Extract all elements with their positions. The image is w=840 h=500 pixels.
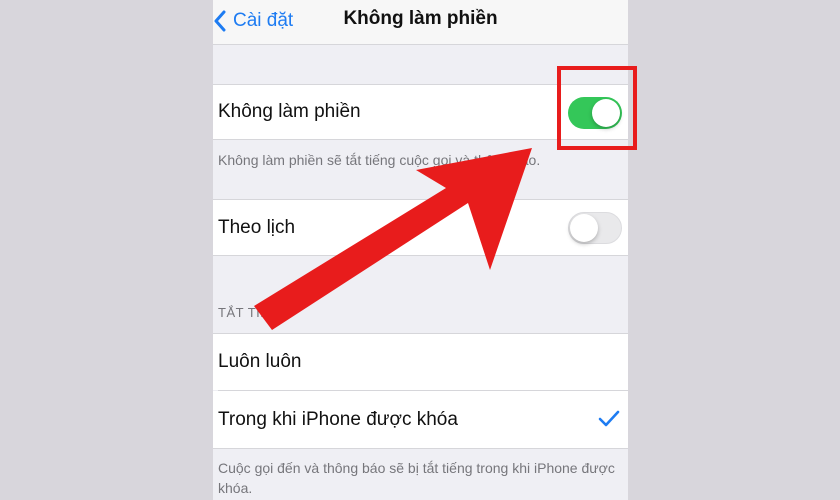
toggle-knob <box>570 214 598 242</box>
silence-option-label: Luôn luôn <box>218 351 302 372</box>
checkmark-icon <box>598 410 620 427</box>
silence-option-locked[interactable]: Trong khi iPhone được khóa <box>213 391 628 449</box>
silence-option-always[interactable]: Luôn luôn <box>213 333 628 390</box>
annotation-highlight-box <box>557 66 637 150</box>
dnd-label: Không làm phiền <box>218 101 361 122</box>
navigation-bar: Cài đặt Không làm phiền <box>213 0 628 45</box>
dnd-footer: Không làm phiền sẽ tắt tiếng cuộc gọi và… <box>218 152 541 168</box>
page-title: Không làm phiền <box>343 8 498 29</box>
scheduled-toggle[interactable] <box>568 212 622 244</box>
scheduled-row[interactable]: Theo lịch <box>213 199 628 256</box>
silence-option-label: Trong khi iPhone được khóa <box>218 408 458 430</box>
silence-footer: Cuộc gọi đến và thông báo sẽ bị tắt tiến… <box>218 460 615 496</box>
scheduled-label: Theo lịch <box>218 216 296 238</box>
screenshot-stage: Cài đặt Không làm phiền Không làm phiền … <box>0 0 840 500</box>
silence-section-header: TẮT TIẾNG <box>218 305 290 320</box>
